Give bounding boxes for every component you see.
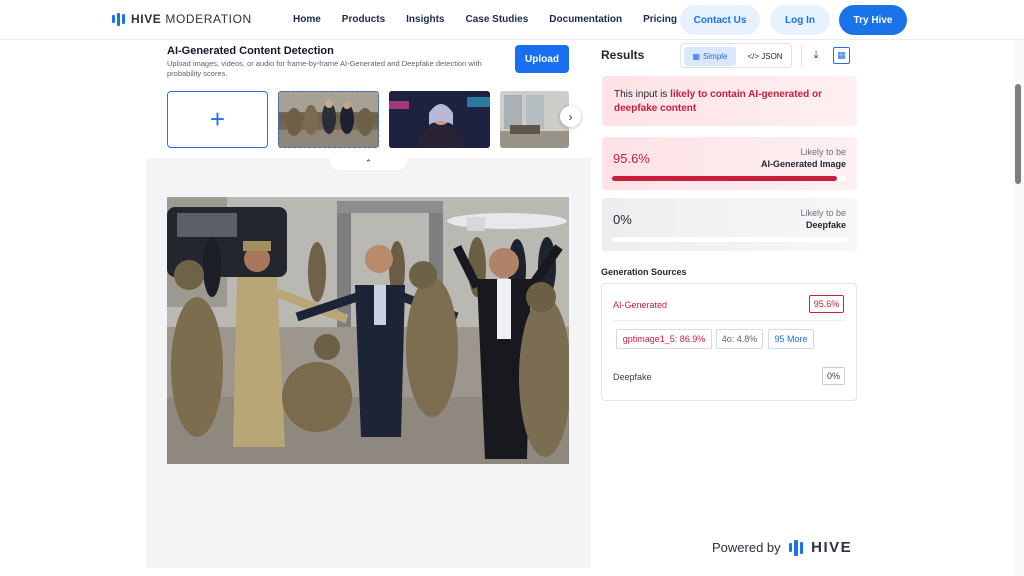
- deepfake-score-card: 0% Likely to be Deepfake: [602, 198, 857, 251]
- brand-bold: HIVE: [131, 12, 162, 26]
- top-nav: HIVE MODERATION Home Products Insights C…: [0, 0, 1024, 40]
- qr-code-icon[interactable]: ▦: [833, 47, 850, 64]
- verdict-banner: This input is likely to contain AI-gener…: [602, 76, 857, 126]
- nav-documentation[interactable]: Documentation: [549, 14, 622, 25]
- hive-logo-icon: [112, 12, 125, 26]
- analyzed-image: [167, 197, 569, 464]
- ai-score-bar-fill: [612, 176, 837, 181]
- simple-view-tab[interactable]: ▦ Simple: [684, 47, 736, 66]
- brand-rest: MODERATION: [161, 12, 252, 26]
- sources-ai-percent: 95.6%: [809, 295, 844, 313]
- ai-likely-label: Likely to be: [800, 147, 846, 157]
- source-chip-gptimage: gptimage1_5: 86.9%: [616, 329, 712, 349]
- chevron-up-icon[interactable]: ⌃: [330, 156, 407, 170]
- nav-insights[interactable]: Insights: [406, 14, 444, 25]
- view-toggle: ▦ Simple </> JSON: [680, 43, 792, 68]
- deepfake-category-label: Deepfake: [805, 220, 846, 230]
- sources-ai-label: AI-Generated: [613, 300, 668, 310]
- nav-case-studies[interactable]: Case Studies: [465, 14, 528, 25]
- hive-wordmark: HIVE: [811, 539, 853, 556]
- powered-by-hive: Powered by HIVE: [712, 539, 852, 556]
- powered-by-label: Powered by: [712, 540, 781, 555]
- scrollbar-thumb[interactable]: [1015, 84, 1021, 184]
- ai-score-bar: [612, 176, 847, 181]
- contact-us-button[interactable]: Contact Us: [680, 5, 760, 35]
- source-chip-4o: 4o: 4.8%: [716, 329, 763, 349]
- thumbnail-soldiers-image: [279, 92, 378, 147]
- sources-deepfake-label: Deepfake: [613, 372, 652, 382]
- results-title: Results: [601, 48, 645, 62]
- ai-category-label: AI-Generated Image: [760, 159, 846, 169]
- thumbnail-neon-woman[interactable]: [389, 91, 490, 148]
- more-sources-button[interactable]: 95 More: [768, 329, 814, 349]
- add-media-button[interactable]: +: [167, 91, 268, 148]
- detector-title: AI-Generated Content Detection: [167, 45, 334, 57]
- sources-divider: [613, 320, 845, 321]
- sources-deepfake-percent: 0%: [822, 367, 845, 385]
- chevron-right-icon[interactable]: ›: [560, 106, 581, 127]
- deepfake-likely-label: Likely to be: [800, 208, 846, 218]
- nav-links: Home Products Insights Case Studies Docu…: [293, 14, 698, 25]
- toolbar-divider: [801, 45, 802, 67]
- analyzed-image-scene: [167, 197, 569, 464]
- thumbnail-neon-image: [389, 91, 490, 148]
- log-in-button[interactable]: Log In: [770, 5, 830, 35]
- ai-generated-percent: 95.6%: [613, 151, 650, 166]
- json-view-tab[interactable]: </> JSON: [741, 47, 789, 66]
- thumbnail-interior[interactable]: [500, 91, 569, 148]
- thumbnail-soldiers[interactable]: [278, 91, 379, 148]
- download-icon[interactable]: ⤓: [810, 49, 822, 61]
- grid-icon: ▦: [692, 52, 701, 61]
- plus-icon: +: [209, 104, 226, 134]
- hive-moderation-logo[interactable]: HIVE MODERATION: [112, 12, 252, 26]
- hive-logo-icon: [788, 539, 804, 556]
- generation-sources-title: Generation Sources: [601, 267, 687, 277]
- upload-button[interactable]: Upload: [515, 45, 569, 73]
- simple-view-label: Simple: [703, 52, 728, 61]
- generation-sources-box: AI-Generated 95.6% gptimage1_5: 86.9% 4o…: [601, 283, 857, 401]
- try-hive-button[interactable]: Try Hive: [839, 5, 907, 35]
- detector-subtitle: Upload images, videos, or audio for fram…: [167, 59, 482, 78]
- nav-home[interactable]: Home: [293, 14, 321, 25]
- nav-pricing[interactable]: Pricing: [643, 14, 677, 25]
- deepfake-percent: 0%: [613, 212, 632, 227]
- ai-generated-score-card: 95.6% Likely to be AI-Generated Image: [602, 137, 857, 190]
- thumbnail-interior-image: [500, 91, 569, 148]
- nav-products[interactable]: Products: [342, 14, 385, 25]
- deepfake-score-bar: [612, 237, 847, 242]
- verdict-prefix: This input is: [614, 89, 671, 100]
